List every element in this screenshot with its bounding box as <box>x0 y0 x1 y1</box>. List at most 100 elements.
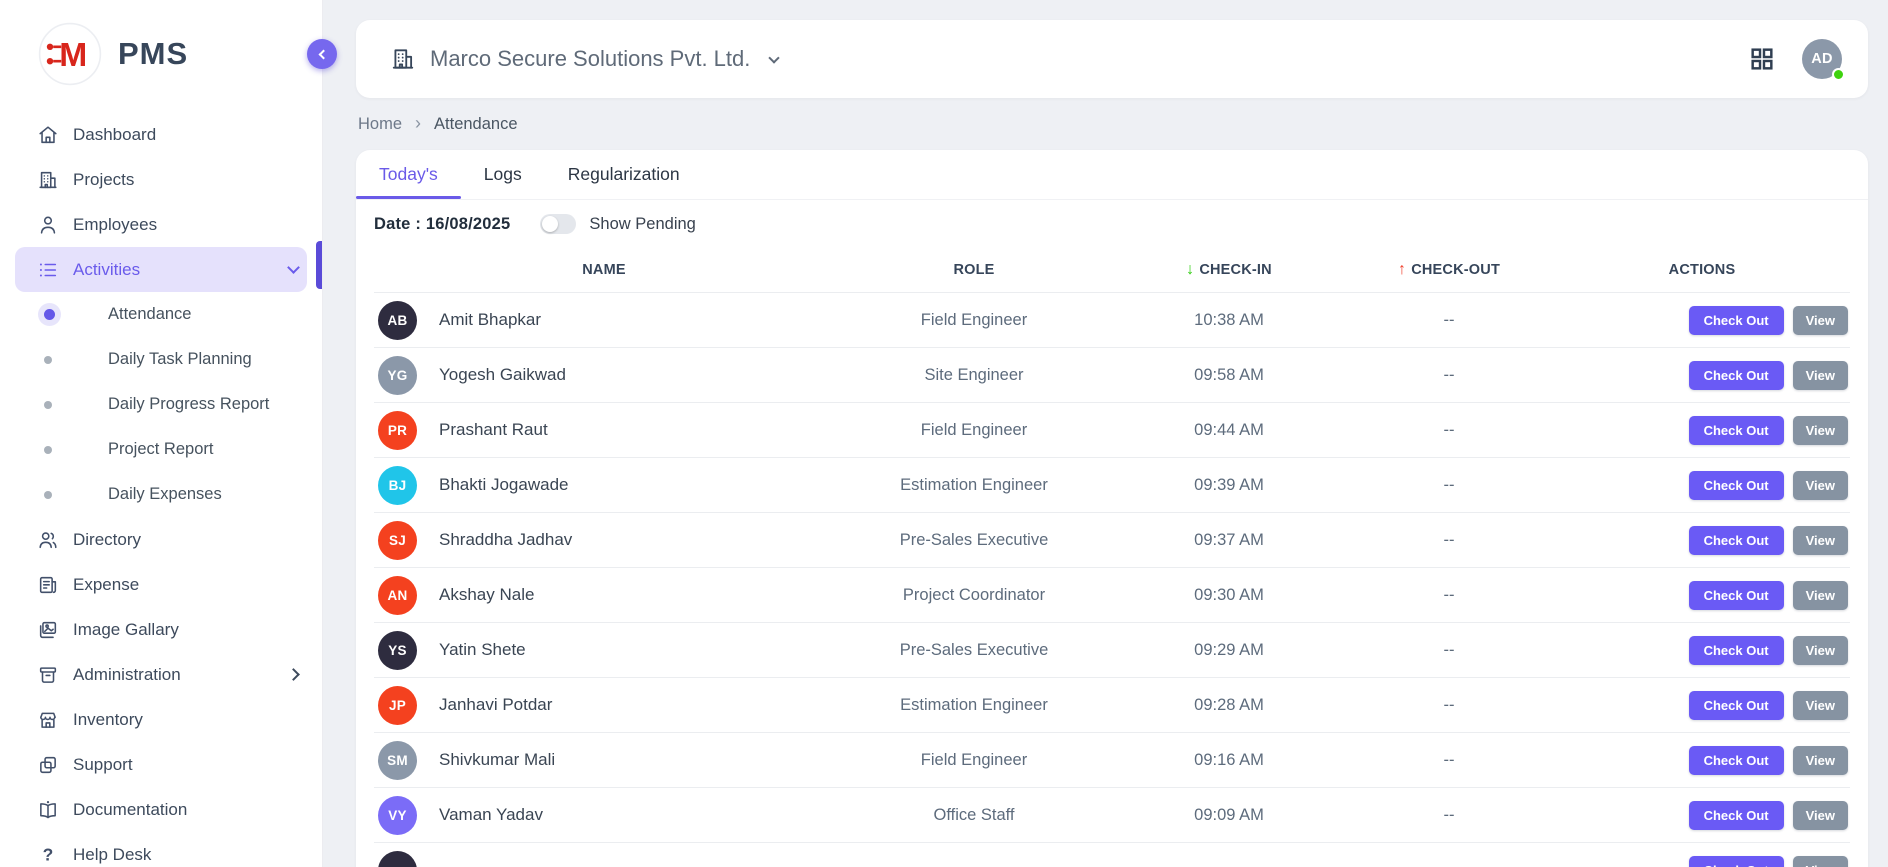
tab-bar: Today's Logs Regularization <box>356 150 1868 200</box>
avatar: PR <box>378 411 417 450</box>
view-button[interactable]: View <box>1793 801 1848 830</box>
check-out-time: -- <box>1344 696 1554 715</box>
view-button[interactable]: View <box>1793 471 1848 500</box>
sidebar-item-documentation[interactable]: Documentation <box>15 787 307 832</box>
avatar: VY <box>378 796 417 835</box>
sidebar-item-projects[interactable]: Projects <box>15 157 307 202</box>
sidebar-subitem-label: Project Report <box>108 440 213 459</box>
employee-role: Site Engineer <box>834 366 1114 385</box>
employee-name: Shivkumar Mali <box>439 750 555 770</box>
apps-grid-button[interactable] <box>1748 45 1776 73</box>
view-button[interactable]: View <box>1793 526 1848 555</box>
column-role: ROLE <box>834 262 1114 278</box>
sidebar-subitem-daily-task-planning[interactable]: Daily Task Planning <box>0 337 322 382</box>
sidebar-item-directory[interactable]: Directory <box>15 517 307 562</box>
check-out-time: -- <box>1344 751 1554 770</box>
check-out-button[interactable]: Check Out <box>1689 856 1784 867</box>
sidebar-subitem-project-report[interactable]: Project Report <box>0 427 322 472</box>
tab-logs[interactable]: Logs <box>461 150 545 199</box>
sidebar-subitem-attendance[interactable]: Attendance <box>0 292 322 337</box>
check-in-time: 09:09 AM <box>1114 806 1344 825</box>
chevron-right-icon <box>287 668 300 681</box>
employee-role: Office Staff <box>834 806 1114 825</box>
company-name: Marco Secure Solutions Pvt. Ltd. <box>430 46 750 72</box>
sidebar-item-dashboard[interactable]: Dashboard <box>15 112 307 157</box>
breadcrumb-home[interactable]: Home <box>358 115 402 134</box>
sidebar-item-label: Inventory <box>73 710 298 730</box>
sidebar-item-label: Employees <box>73 215 298 235</box>
sidebar-item-employees[interactable]: Employees <box>15 202 307 247</box>
archive-icon <box>37 664 59 686</box>
sidebar-item-label: Dashboard <box>73 125 298 145</box>
main-area: Marco Secure Solutions Pvt. Ltd. AD Home… <box>323 0 1888 867</box>
table-row: SMShivkumar MaliField Engineer09:16 AM--… <box>374 732 1850 787</box>
employee-name: Yatin Shete <box>439 640 526 660</box>
view-button[interactable]: View <box>1793 636 1848 665</box>
check-out-button[interactable]: Check Out <box>1689 471 1784 500</box>
avatar: AN <box>378 576 417 615</box>
avatar: AB <box>378 301 417 340</box>
check-out-button[interactable]: Check Out <box>1689 306 1784 335</box>
view-button[interactable]: View <box>1793 581 1848 610</box>
avatar: JP <box>378 686 417 725</box>
check-in-time: 09:29 AM <box>1114 641 1344 660</box>
employee-role: Pre-Sales Executive <box>834 531 1114 550</box>
tab-regularization[interactable]: Regularization <box>545 150 703 199</box>
check-out-time: -- <box>1344 586 1554 605</box>
table-row: ABAmit BhapkarField Engineer10:38 AM--Ch… <box>374 292 1850 347</box>
people-icon <box>37 529 59 551</box>
employee-name: Vaman Yadav <box>439 805 543 825</box>
show-pending-toggle[interactable] <box>540 214 576 234</box>
sidebar-nav: Dashboard Projects Employees Activities Atte… <box>0 112 322 867</box>
company-selector[interactable]: Marco Secure Solutions Pvt. Ltd. <box>390 46 778 72</box>
column-check-out: ↑ CHECK-OUT <box>1344 261 1554 279</box>
sidebar-item-label: Support <box>73 755 298 775</box>
sidebar-item-label: Activities <box>73 260 289 280</box>
tab-todays[interactable]: Today's <box>356 150 461 199</box>
top-header: Marco Secure Solutions Pvt. Ltd. AD <box>356 20 1868 98</box>
copy-icon <box>37 754 59 776</box>
sidebar-collapse-button[interactable] <box>307 39 337 69</box>
check-in-time: 09:28 AM <box>1114 696 1344 715</box>
view-button[interactable]: View <box>1793 361 1848 390</box>
view-button[interactable]: View <box>1793 691 1848 720</box>
view-button[interactable]: View <box>1793 746 1848 775</box>
check-out-button[interactable]: Check Out <box>1689 691 1784 720</box>
sidebar-item-label: Image Gallary <box>73 620 298 640</box>
toggle-knob <box>542 216 558 232</box>
sidebar-subitem-daily-expenses[interactable]: Daily Expenses <box>0 472 322 517</box>
sidebar-item-help-desk[interactable]: ?Help Desk <box>15 832 307 867</box>
check-out-time: -- <box>1344 366 1554 385</box>
column-check-in: ↓ CHECK-IN <box>1114 261 1344 279</box>
check-out-button[interactable]: Check Out <box>1689 526 1784 555</box>
sidebar-item-expense[interactable]: Expense <box>15 562 307 607</box>
check-out-button[interactable]: Check Out <box>1689 801 1784 830</box>
view-button[interactable]: View <box>1793 306 1848 335</box>
sidebar-item-inventory[interactable]: Inventory <box>15 697 307 742</box>
check-out-button[interactable]: Check Out <box>1689 581 1784 610</box>
sidebar-item-image-gallary[interactable]: Image Gallary <box>15 607 307 652</box>
book-icon <box>37 799 59 821</box>
sidebar-subitem-label: Daily Progress Report <box>108 395 269 414</box>
bullet-icon <box>44 491 52 499</box>
filter-row: Date : 16/08/2025 Show Pending <box>356 200 1868 248</box>
check-out-button[interactable]: Check Out <box>1689 636 1784 665</box>
check-out-button[interactable]: Check Out <box>1689 416 1784 445</box>
svg-text:M: M <box>59 37 87 74</box>
check-in-time: 09:30 AM <box>1114 586 1344 605</box>
view-button[interactable]: View <box>1793 416 1848 445</box>
avatar: YS <box>378 631 417 670</box>
breadcrumb: Home › Attendance <box>356 98 1868 150</box>
view-button[interactable]: View <box>1793 856 1848 867</box>
check-out-button[interactable]: Check Out <box>1689 361 1784 390</box>
arrow-down-icon: ↓ <box>1186 261 1194 279</box>
building-icon <box>37 169 59 191</box>
sidebar-item-administration[interactable]: Administration <box>15 652 307 697</box>
sidebar-subitem-daily-progress-report[interactable]: Daily Progress Report <box>0 382 322 427</box>
check-out-button[interactable]: Check Out <box>1689 746 1784 775</box>
receipt-icon <box>37 574 59 596</box>
sidebar-item-support[interactable]: Support <box>15 742 307 787</box>
question-icon: ? <box>37 844 59 866</box>
user-avatar-button[interactable]: AD <box>1802 39 1842 79</box>
sidebar-item-activities[interactable]: Activities <box>15 247 307 292</box>
